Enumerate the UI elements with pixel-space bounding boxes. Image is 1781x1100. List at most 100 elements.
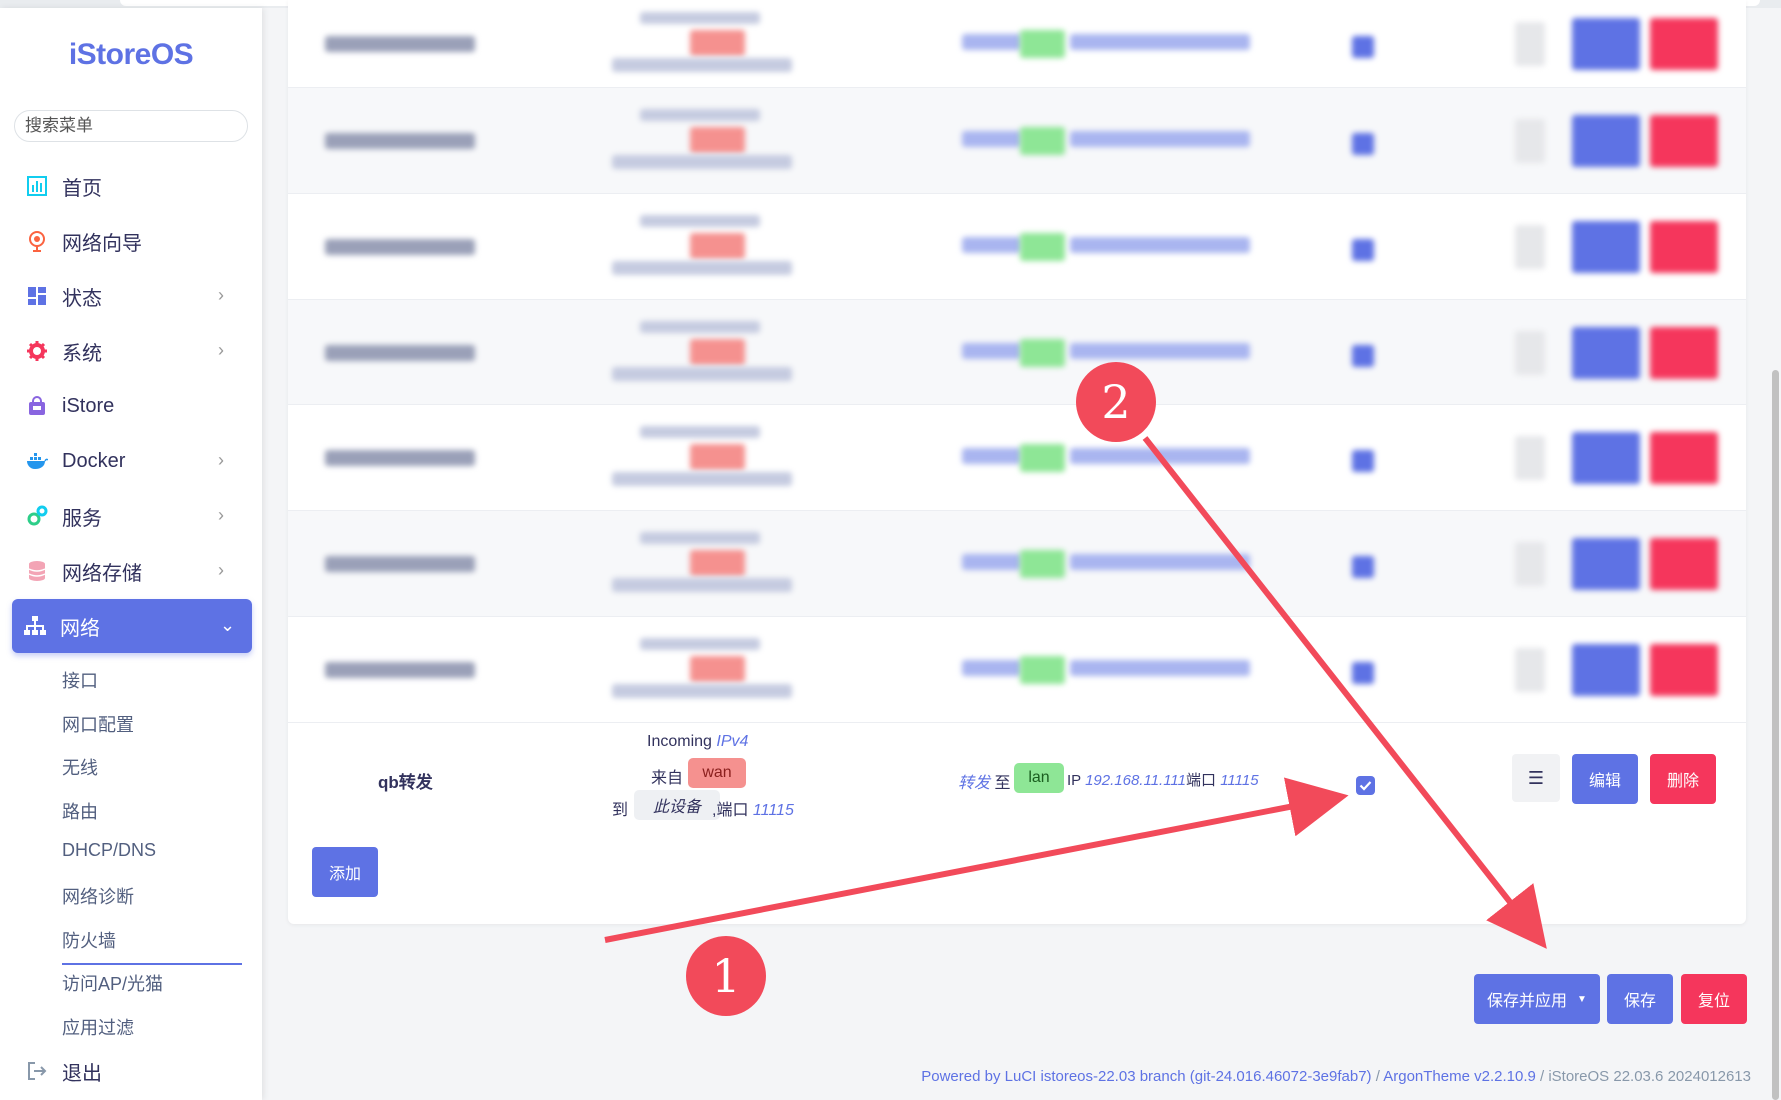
- in-port-link[interactable]: 11115: [753, 802, 794, 819]
- redacted-block: [962, 34, 1022, 50]
- redacted-block: [325, 556, 475, 572]
- proto-link[interactable]: IPv4: [716, 733, 748, 750]
- caret-down-icon: ▼: [1577, 993, 1587, 1005]
- chevron-down-icon: ⌄: [220, 615, 236, 635]
- redacted-block: [325, 36, 475, 52]
- sidebar-item-network[interactable]: 网络 ⌄: [12, 599, 252, 653]
- footer-version: / iStoreOS 22.03.6 2024012613: [1535, 1068, 1751, 1085]
- chevron-right-icon: ›: [218, 285, 224, 305]
- active-submenu-underline: [62, 963, 242, 965]
- redacted-block: [640, 215, 760, 227]
- enable-checkbox[interactable]: [1356, 776, 1375, 795]
- redacted-block: [1650, 115, 1718, 167]
- sidebar-item-home[interactable]: 首页: [14, 163, 250, 209]
- footer: Powered by LuCI istoreos-22.03 branch (g…: [921, 1068, 1751, 1085]
- save-apply-button[interactable]: 保存并应用 ▼: [1474, 974, 1600, 1024]
- redacted-block: [1352, 239, 1374, 261]
- delete-button[interactable]: 删除: [1650, 754, 1716, 804]
- sidebar: iStoreOS 首页 网络向导 状态 › 系统 › iStore: [0, 8, 262, 1100]
- action-link[interactable]: 转发: [958, 775, 990, 792]
- redacted-block: [1515, 648, 1545, 692]
- redacted-block: [1572, 538, 1640, 590]
- cogs-icon: [26, 505, 48, 527]
- chart-icon: [26, 175, 48, 197]
- redacted-block: [1070, 237, 1250, 253]
- redacted-block: [612, 472, 792, 486]
- redacted-block: [612, 684, 792, 698]
- rule-action-line: 转发 至: [958, 769, 1010, 793]
- redacted-block: [612, 261, 792, 275]
- redacted-block: [1650, 538, 1718, 590]
- redacted-block: [325, 662, 475, 678]
- action-to: 至: [994, 775, 1011, 792]
- redacted-block: [1515, 22, 1545, 66]
- redacted-block: [1352, 133, 1374, 155]
- submenu-item-routes[interactable]: 路由: [62, 798, 98, 824]
- redacted-block: [640, 426, 760, 438]
- scrollbar[interactable]: [1772, 370, 1779, 1100]
- add-button[interactable]: 添加: [312, 847, 378, 897]
- dest-port-link[interactable]: 11115: [1220, 772, 1258, 789]
- redacted-block: [1020, 656, 1065, 684]
- redacted-block: [1515, 119, 1545, 163]
- globe-pin-icon: [26, 230, 48, 252]
- sidebar-item-label: Docker: [62, 449, 126, 472]
- sidebar-item-label: 首页: [62, 177, 102, 200]
- dashboard-icon: [26, 285, 48, 307]
- drag-handle-button[interactable]: ☰: [1512, 754, 1560, 802]
- redacted-block: [1650, 326, 1718, 379]
- search-menu-input[interactable]: [14, 110, 248, 142]
- submenu-item-interfaces[interactable]: 接口: [62, 667, 98, 693]
- submenu-item-filter[interactable]: 应用过滤: [62, 1014, 134, 1040]
- redacted-block: [1070, 554, 1250, 570]
- redacted-block: [325, 450, 475, 466]
- sidebar-item-logout[interactable]: 退出: [14, 1048, 250, 1094]
- sidebar-item-status[interactable]: 状态 ›: [14, 273, 250, 319]
- redacted-block: [1070, 34, 1250, 50]
- network-tree-icon: [24, 615, 46, 637]
- submenu-item-diagnostics[interactable]: 网络诊断: [62, 883, 134, 909]
- sidebar-item-label: 网络: [60, 617, 100, 640]
- annotation-circle-two: 2: [1076, 362, 1156, 442]
- submenu-item-dhcp[interactable]: DHCP/DNS: [62, 840, 156, 861]
- redacted-block: [1070, 448, 1250, 464]
- redacted-block: [1515, 542, 1545, 586]
- chevron-right-icon: ›: [218, 505, 224, 525]
- chevron-right-icon: ›: [218, 560, 224, 580]
- sidebar-item-services[interactable]: 服务 ›: [14, 493, 250, 539]
- redacted-block: [1572, 18, 1640, 70]
- redacted-block: [1650, 221, 1718, 273]
- submenu-item-port-config[interactable]: 网口配置: [62, 711, 134, 737]
- sidebar-item-storage[interactable]: 网络存储 ›: [14, 548, 250, 594]
- rule-dest-line: IP 192.168.11.111端口 11115: [1067, 769, 1259, 790]
- redacted-block: [1352, 36, 1374, 58]
- redacted-block: [1020, 233, 1065, 261]
- sidebar-item-docker[interactable]: Docker ›: [14, 438, 250, 484]
- submenu-item-wireless[interactable]: 无线: [62, 754, 98, 780]
- edit-button[interactable]: 编辑: [1572, 754, 1638, 804]
- submenu-item-ap-modem[interactable]: 访问AP/光猫: [62, 970, 163, 996]
- footer-theme-link[interactable]: ArgonTheme v2.2.10.9: [1383, 1068, 1536, 1085]
- brand-logo[interactable]: iStoreOS: [0, 38, 262, 72]
- sidebar-item-label: 退出: [62, 1062, 102, 1085]
- redacted-block: [640, 109, 760, 121]
- sidebar-item-wizard[interactable]: 网络向导: [14, 218, 250, 264]
- submenu-item-firewall[interactable]: 防火墙: [62, 927, 116, 953]
- footer-sep: /: [1371, 1068, 1384, 1085]
- save-button[interactable]: 保存: [1607, 974, 1673, 1024]
- sidebar-item-istore[interactable]: iStore: [14, 383, 250, 429]
- redacted-block: [325, 344, 475, 361]
- footer-powered-link[interactable]: Powered by LuCI istoreos-22.03 branch (g…: [921, 1068, 1371, 1085]
- sidebar-item-system[interactable]: 系统 ›: [14, 328, 250, 374]
- dest-ip-link[interactable]: 192.168.11.111: [1085, 772, 1186, 789]
- sidebar-item-label: 状态: [62, 287, 102, 310]
- redacted-block: [325, 239, 475, 255]
- redacted-block: [1020, 338, 1065, 367]
- redacted-block: [1020, 444, 1065, 472]
- redacted-block: [640, 320, 760, 333]
- redacted-block: [612, 155, 792, 169]
- redacted-block: [1572, 221, 1640, 273]
- redacted-block: [690, 338, 745, 365]
- redacted-block: [1572, 326, 1640, 379]
- reset-button[interactable]: 复位: [1681, 974, 1747, 1024]
